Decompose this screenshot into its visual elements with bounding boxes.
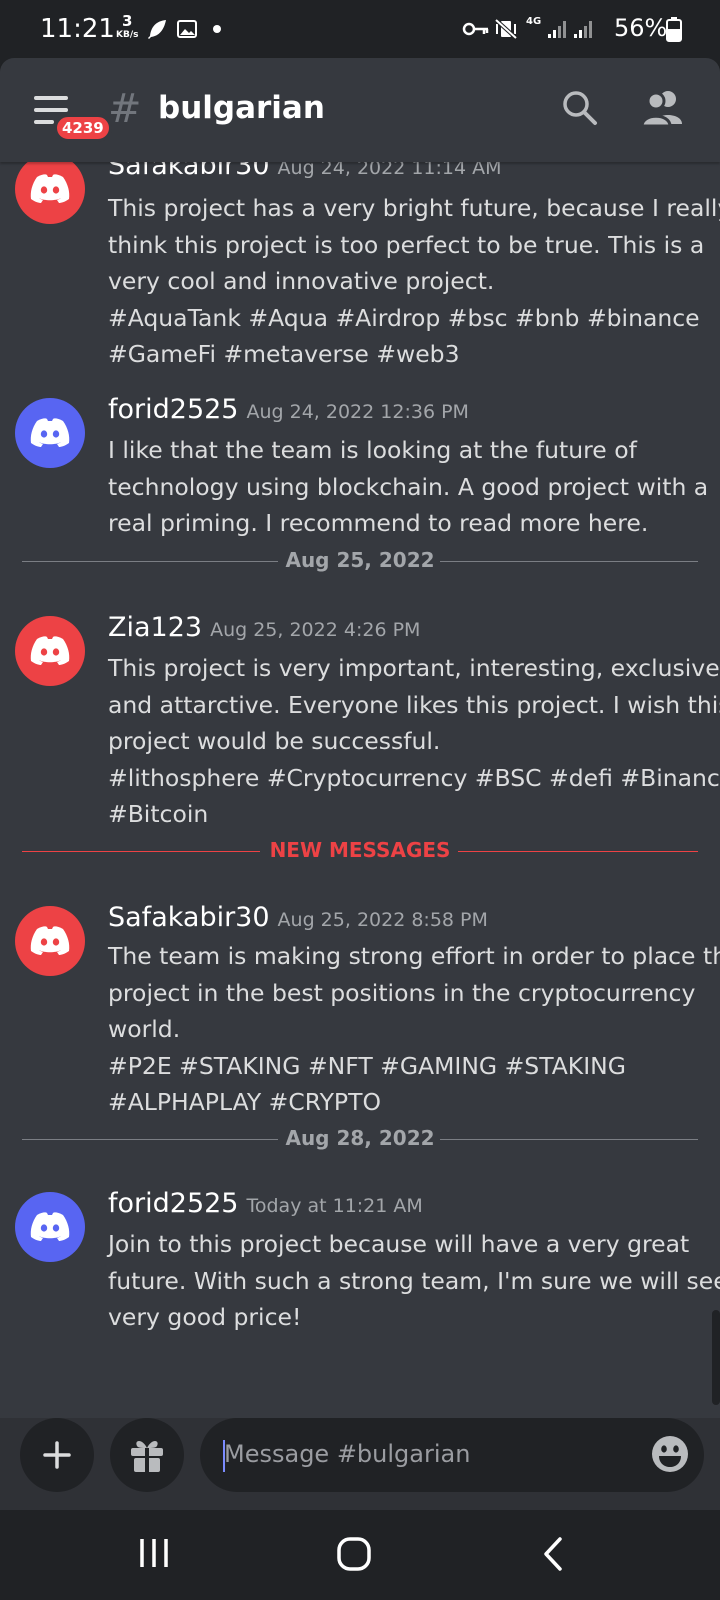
status-time: 11:21 — [40, 14, 115, 44]
message-content: Join to this project because will have a… — [108, 1226, 720, 1336]
message-header: forid2525 Today at 11:21 AM — [108, 1188, 423, 1219]
vibrate-mute-icon — [494, 18, 518, 40]
divider-line — [458, 851, 698, 852]
system-navigation-bar — [0, 1510, 720, 1600]
recent-apps-icon[interactable] — [136, 1536, 172, 1570]
message-content: This project has a very bright future, b… — [108, 190, 720, 373]
network-speed-unit: KB/s — [116, 30, 139, 40]
add-attachment-button[interactable] — [20, 1418, 94, 1492]
date-divider: Aug 28, 2022 — [22, 1126, 698, 1154]
discord-logo-icon — [30, 174, 70, 203]
home-icon[interactable] — [336, 1536, 372, 1572]
menu-line-icon — [34, 120, 54, 124]
battery-icon — [666, 17, 682, 42]
message-input-placeholder: Message #bulgarian — [224, 1440, 471, 1468]
feather-icon — [148, 20, 166, 39]
message-line: project would be successful. — [108, 727, 441, 755]
discord-logo-icon — [30, 636, 70, 665]
message-line: Join to this project because will have a… — [108, 1230, 690, 1258]
timestamp: Aug 25, 2022 4:26 PM — [210, 619, 421, 641]
message-content: This project is very important, interest… — [108, 650, 720, 833]
message-line: This project is very important, interest… — [108, 654, 720, 682]
message-line: #P2E #STAKING #NFT #GAMING #STAKING — [108, 1051, 626, 1080]
divider-line — [440, 1139, 698, 1140]
discord-logo-icon — [30, 926, 70, 955]
message-line: project in the best positions in the cry… — [108, 978, 696, 1007]
gift-button[interactable] — [110, 1418, 184, 1492]
avatar[interactable] — [15, 616, 85, 686]
message-line: #GameFi #metaverse #web3 — [108, 340, 460, 368]
discord-logo-icon — [30, 418, 70, 447]
message-line: technology using blockchain. A good proj… — [108, 472, 709, 501]
message-line: #Bitcoin — [108, 800, 209, 828]
avatar[interactable] — [15, 1192, 85, 1262]
new-messages-label: NEW MESSAGES — [269, 838, 451, 862]
message-line: #lithosphere #Cryptocurrency #BSC #defi … — [108, 763, 720, 792]
menu-line-icon — [34, 108, 68, 112]
message-line: think this project is too perfect to be … — [108, 230, 705, 259]
dot-icon — [213, 25, 221, 33]
date-divider-label: Aug 28, 2022 — [285, 1126, 435, 1150]
network-speed-value: 3 — [122, 12, 133, 30]
message-line: I like that the team is looking at the f… — [108, 436, 637, 464]
emoji-icon[interactable] — [650, 1434, 690, 1474]
battery-percent: 56% — [614, 14, 668, 42]
message-line: #AquaTank #Aqua #Airdrop #bsc #bnb #bina… — [108, 303, 700, 332]
gift-icon — [131, 1441, 163, 1472]
timestamp: Today at 11:21 AM — [246, 1195, 423, 1217]
username[interactable]: forid2525 — [108, 1188, 238, 1219]
message-header: Zia123 Aug 25, 2022 4:26 PM — [108, 612, 420, 643]
message-header: Safakabir30 Aug 25, 2022 8:58 PM — [108, 902, 488, 933]
network-speed: 3 KB/s — [116, 14, 138, 41]
username[interactable]: forid2525 — [108, 394, 238, 425]
message-header: forid2525 Aug 24, 2022 12:36 PM — [108, 394, 469, 425]
message-composer: Message #bulgarian — [0, 1418, 720, 1510]
divider-line — [440, 561, 698, 562]
avatar[interactable] — [15, 906, 85, 976]
channel-header: 4239 # bulgarian — [0, 58, 720, 162]
avatar[interactable] — [15, 162, 85, 224]
message-content: The team is making strong effort in orde… — [108, 938, 720, 1121]
date-divider-label: Aug 25, 2022 — [285, 548, 435, 572]
timestamp: Aug 25, 2022 8:58 PM — [277, 909, 488, 931]
vpn-key-icon — [462, 22, 489, 36]
message-header: Safakabir30 Aug 24, 2022 11:14 AM — [108, 162, 502, 181]
plus-icon — [43, 1441, 71, 1469]
message-line: This project has a very bright future, b… — [108, 194, 720, 222]
notification-badge: 4239 — [54, 114, 112, 142]
message-line: real priming. I recommend to read more h… — [108, 509, 649, 537]
message-input[interactable]: Message #bulgarian — [200, 1418, 704, 1492]
message-list[interactable]: Safakabir30 Aug 24, 2022 11:14 AM This pr… — [0, 162, 720, 1418]
signal-bars-2-icon — [574, 21, 592, 38]
username[interactable]: Safakabir30 — [108, 902, 270, 933]
back-icon[interactable] — [540, 1536, 566, 1572]
username[interactable]: Safakabir30 — [108, 162, 270, 181]
username[interactable]: Zia123 — [108, 612, 202, 643]
avatar[interactable] — [15, 398, 85, 468]
signal-bars-icon — [548, 21, 566, 38]
message-content: I like that the team is looking at the f… — [108, 432, 708, 542]
members-icon[interactable] — [640, 88, 686, 128]
discord-logo-icon — [30, 1212, 70, 1241]
channel-name[interactable]: bulgarian — [158, 90, 325, 126]
message-line: and attarctive. Everyone likes this proj… — [108, 690, 720, 719]
channel-hash-icon: # — [108, 86, 142, 132]
date-divider: Aug 25, 2022 — [22, 548, 698, 576]
message-line: future. With such a strong team, I'm sur… — [108, 1266, 720, 1295]
message-line: #ALPHAPLAY #CRYPTO — [108, 1088, 381, 1116]
search-icon[interactable] — [560, 88, 600, 128]
scrollbar[interactable] — [712, 1310, 720, 1405]
new-messages-divider: NEW MESSAGES — [22, 838, 698, 866]
network-type-label: 4G — [526, 16, 542, 27]
message-line: very cool and innovative project. — [108, 267, 495, 295]
menu-line-icon — [34, 96, 68, 100]
timestamp: Aug 24, 2022 11:14 AM — [277, 162, 502, 179]
message-line: The team is making strong effort in orde… — [108, 942, 720, 970]
timestamp: Aug 24, 2022 12:36 PM — [246, 401, 469, 423]
message-line: world. — [108, 1015, 181, 1043]
message-line: very good price! — [108, 1303, 302, 1331]
gallery-icon — [177, 20, 197, 38]
status-bar: 11:21 3 KB/s 4G 56% — [0, 0, 720, 58]
